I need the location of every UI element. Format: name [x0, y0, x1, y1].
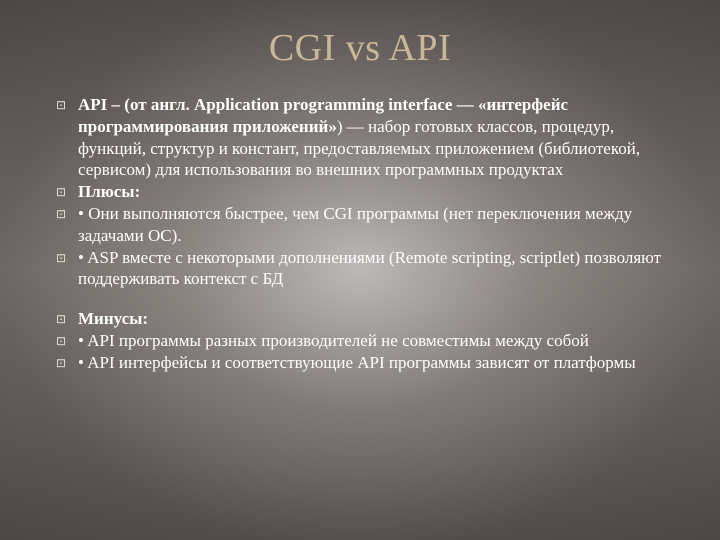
- slide-title: CGI vs API: [56, 26, 664, 70]
- list-item: ⊡ • API программы разных производителей …: [56, 330, 664, 352]
- bullet-icon: ⊡: [56, 181, 78, 203]
- bullet-group-2: ⊡ Минусы: ⊡ • API программы разных произ…: [56, 308, 664, 374]
- list-item: ⊡ • Они выполняются быстрее, чем CGI про…: [56, 203, 664, 247]
- bullet-icon: ⊡: [56, 330, 78, 352]
- list-text: Минусы:: [78, 308, 664, 330]
- list-item: ⊡ Минусы:: [56, 308, 664, 330]
- list-text: API – (от англ. Application programming …: [78, 94, 664, 181]
- bullet-icon: ⊡: [56, 352, 78, 374]
- list-text: • API программы разных производителей не…: [78, 330, 664, 352]
- bullet-icon: ⊡: [56, 94, 78, 116]
- list-text: • API интерфейсы и соответствующие API п…: [78, 352, 664, 374]
- list-item: ⊡ • ASP вместе с некоторыми дополнениями…: [56, 247, 664, 291]
- list-item: ⊡ • API интерфейсы и соответствующие API…: [56, 352, 664, 374]
- list-item: ⊡ Плюсы:: [56, 181, 664, 203]
- slide: CGI vs API ⊡ API – (от англ. Application…: [0, 0, 720, 540]
- list-item: ⊡ API – (от англ. Application programmin…: [56, 94, 664, 181]
- list-text: Плюсы:: [78, 181, 664, 203]
- list-text: • Они выполняются быстрее, чем CGI прогр…: [78, 203, 664, 247]
- bullet-icon: ⊡: [56, 247, 78, 269]
- bullet-group-1: ⊡ API – (от англ. Application programmin…: [56, 94, 664, 290]
- bullet-icon: ⊡: [56, 308, 78, 330]
- bullet-icon: ⊡: [56, 203, 78, 225]
- list-text: • ASP вместе с некоторыми дополнениями (…: [78, 247, 664, 291]
